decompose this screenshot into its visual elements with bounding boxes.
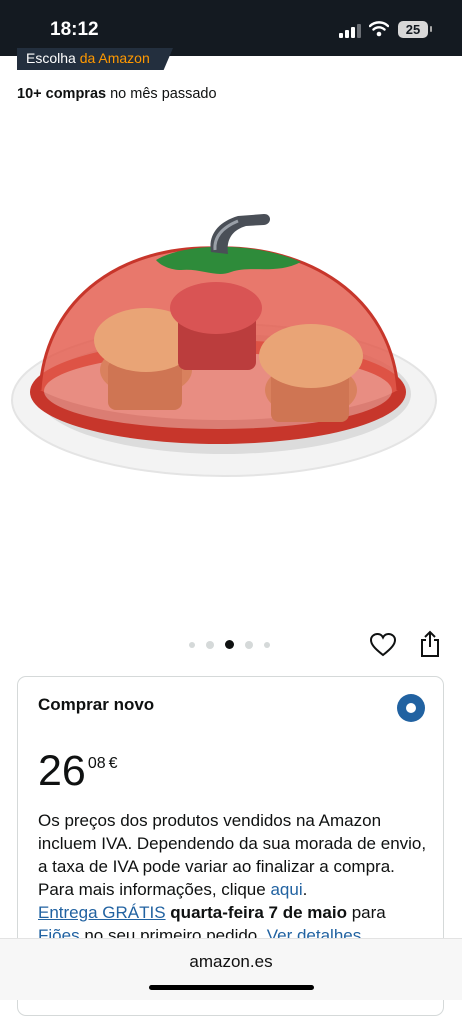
price: 26 08 € — [38, 747, 118, 795]
status-time: 18:12 — [50, 19, 99, 40]
purchase-count: 10+ compras no mês passado — [17, 86, 217, 102]
free-delivery-link[interactable]: Entrega GRÁTIS — [38, 903, 166, 922]
cellular-signal-icon — [339, 24, 361, 38]
purchase-count-period: no mês passado — [110, 86, 217, 102]
vat-text: Os preços dos produtos vendidos na Amazo… — [38, 811, 427, 899]
wifi-icon — [369, 21, 389, 37]
buy-new-radio[interactable] — [397, 694, 425, 722]
share-icon[interactable] — [419, 630, 441, 658]
product-image[interactable] — [6, 190, 456, 500]
battery-tip — [430, 26, 432, 32]
price-fraction: 08 — [87, 755, 106, 772]
vat-info-link[interactable]: aqui — [270, 880, 302, 899]
badge-prefix: Escolha — [26, 50, 76, 66]
gallery-dot-active[interactable] — [225, 640, 234, 649]
amazon-choice-badge: Escolha da Amazon — [17, 48, 173, 70]
price-whole: 26 — [38, 747, 86, 795]
browser-bottom-bar: amazon.es — [0, 938, 462, 1000]
gallery-dot[interactable] — [245, 640, 253, 649]
battery-icon: 25 — [398, 21, 428, 38]
browser-domain[interactable]: amazon.es — [0, 952, 462, 972]
badge-brand: da Amazon — [79, 50, 150, 66]
heart-icon[interactable] — [370, 633, 396, 657]
status-bar: 18:12 25 — [0, 0, 462, 56]
gallery-dots[interactable] — [189, 640, 270, 649]
home-indicator[interactable] — [149, 985, 314, 990]
vat-end: . — [302, 880, 308, 899]
vat-notice: Os preços dos produtos vendidos na Amazo… — [38, 809, 433, 947]
gallery-dot[interactable] — [206, 640, 214, 649]
gallery-dot[interactable] — [189, 641, 195, 648]
delivery-to: para — [351, 903, 386, 922]
gallery-dot[interactable] — [264, 641, 270, 648]
delivery-date: quarta-feira 7 de maio — [170, 903, 347, 922]
purchase-count-value: 10+ compras — [17, 86, 107, 102]
buy-new-title: Comprar novo — [38, 695, 155, 714]
price-currency: € — [108, 755, 118, 772]
